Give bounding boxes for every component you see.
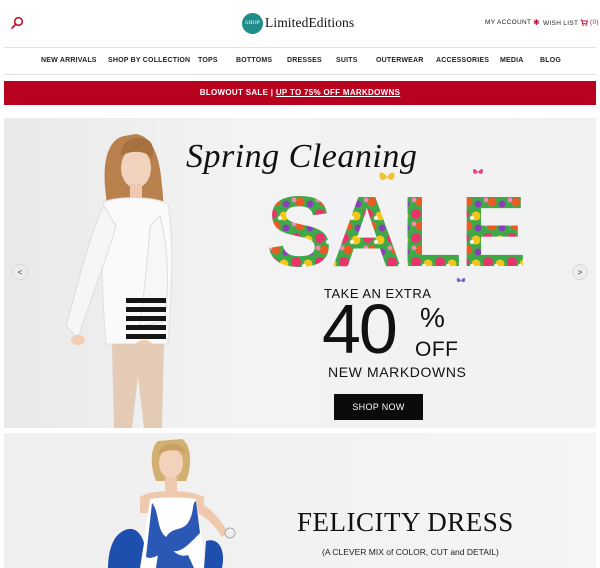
butterfly-icon [379, 172, 395, 180]
feature-title: FELICITY DRESS [297, 507, 514, 537]
model-image [65, 134, 173, 428]
site-header: SHOP LimitedEditions MY ACCOUNT ✱ WISH L… [0, 0, 600, 46]
nav-item-suits[interactable]: SUITS [336, 57, 358, 64]
hero-banner[interactable]: < > Spring Cleaning SALE TAKE AN EXTRA 4… [4, 118, 596, 428]
sale-word-text: SALE [266, 184, 525, 274]
promo-subline: NEW MARKDOWNS [328, 364, 467, 380]
promo-banner: BLOWOUT SALE | UP TO 75% OFF MARKDOWNS [4, 81, 596, 105]
main-nav: NEW ARRIVALS SHOP BY COLLECTION TOPS BOT… [4, 47, 596, 75]
promo-percent-sign: % [420, 302, 445, 333]
nav-item-new-arrivals[interactable]: NEW ARRIVALS [41, 57, 97, 64]
promo-amount: 40 [322, 290, 398, 368]
sale-floral-text: SALE [266, 184, 527, 274]
carousel-prev-button[interactable]: < [12, 264, 28, 280]
butterfly-icon [472, 169, 484, 174]
carousel-next-button[interactable]: > [572, 264, 588, 280]
nav-item-media[interactable]: MEDIA [500, 57, 524, 64]
nav-item-shop-by-collection[interactable]: SHOP BY COLLECTION [108, 57, 190, 64]
nav-item-accessories[interactable]: ACCESSORIES [436, 57, 489, 64]
nav-item-bottoms[interactable]: BOTTOMS [236, 57, 272, 64]
promo-off: OFF [415, 338, 459, 361]
nav-item-tops[interactable]: TOPS [198, 57, 218, 64]
nav-item-blog[interactable]: BLOG [540, 57, 561, 64]
promo-lead: BLOWOUT SALE | [199, 88, 276, 97]
logo-badge: SHOP [242, 12, 263, 34]
site-logo[interactable]: SHOP LimitedEditions [242, 12, 354, 34]
feature-banner[interactable]: FELICITY DRESS (A CLEVER MIX of COLOR, C… [4, 433, 596, 568]
logo-text: LimitedEditions [265, 15, 355, 30]
butterfly-icon [456, 278, 466, 283]
wish-list-link[interactable]: ✱ WISH LIST [533, 19, 578, 27]
cart-icon [580, 19, 588, 26]
nav-item-dresses[interactable]: DRESSES [287, 57, 322, 64]
star-icon: ✱ [533, 18, 541, 27]
wish-list-label: WISH LIST [543, 19, 579, 27]
my-account-link[interactable]: MY ACCOUNT [485, 19, 531, 26]
cart-link[interactable]: (0) [580, 19, 599, 26]
search-icon[interactable] [10, 16, 24, 30]
cart-count: (0) [590, 19, 599, 26]
nav-item-outerwear[interactable]: OUTERWEAR [376, 57, 424, 64]
feature-subtitle: (A CLEVER MIX of COLOR, CUT and DETAIL) [322, 547, 499, 557]
promo-markdowns-link[interactable]: UP TO 75% OFF MARKDOWNS [276, 88, 400, 97]
shop-now-button[interactable]: SHOP NOW [334, 394, 423, 420]
dress-model-image [108, 439, 236, 568]
